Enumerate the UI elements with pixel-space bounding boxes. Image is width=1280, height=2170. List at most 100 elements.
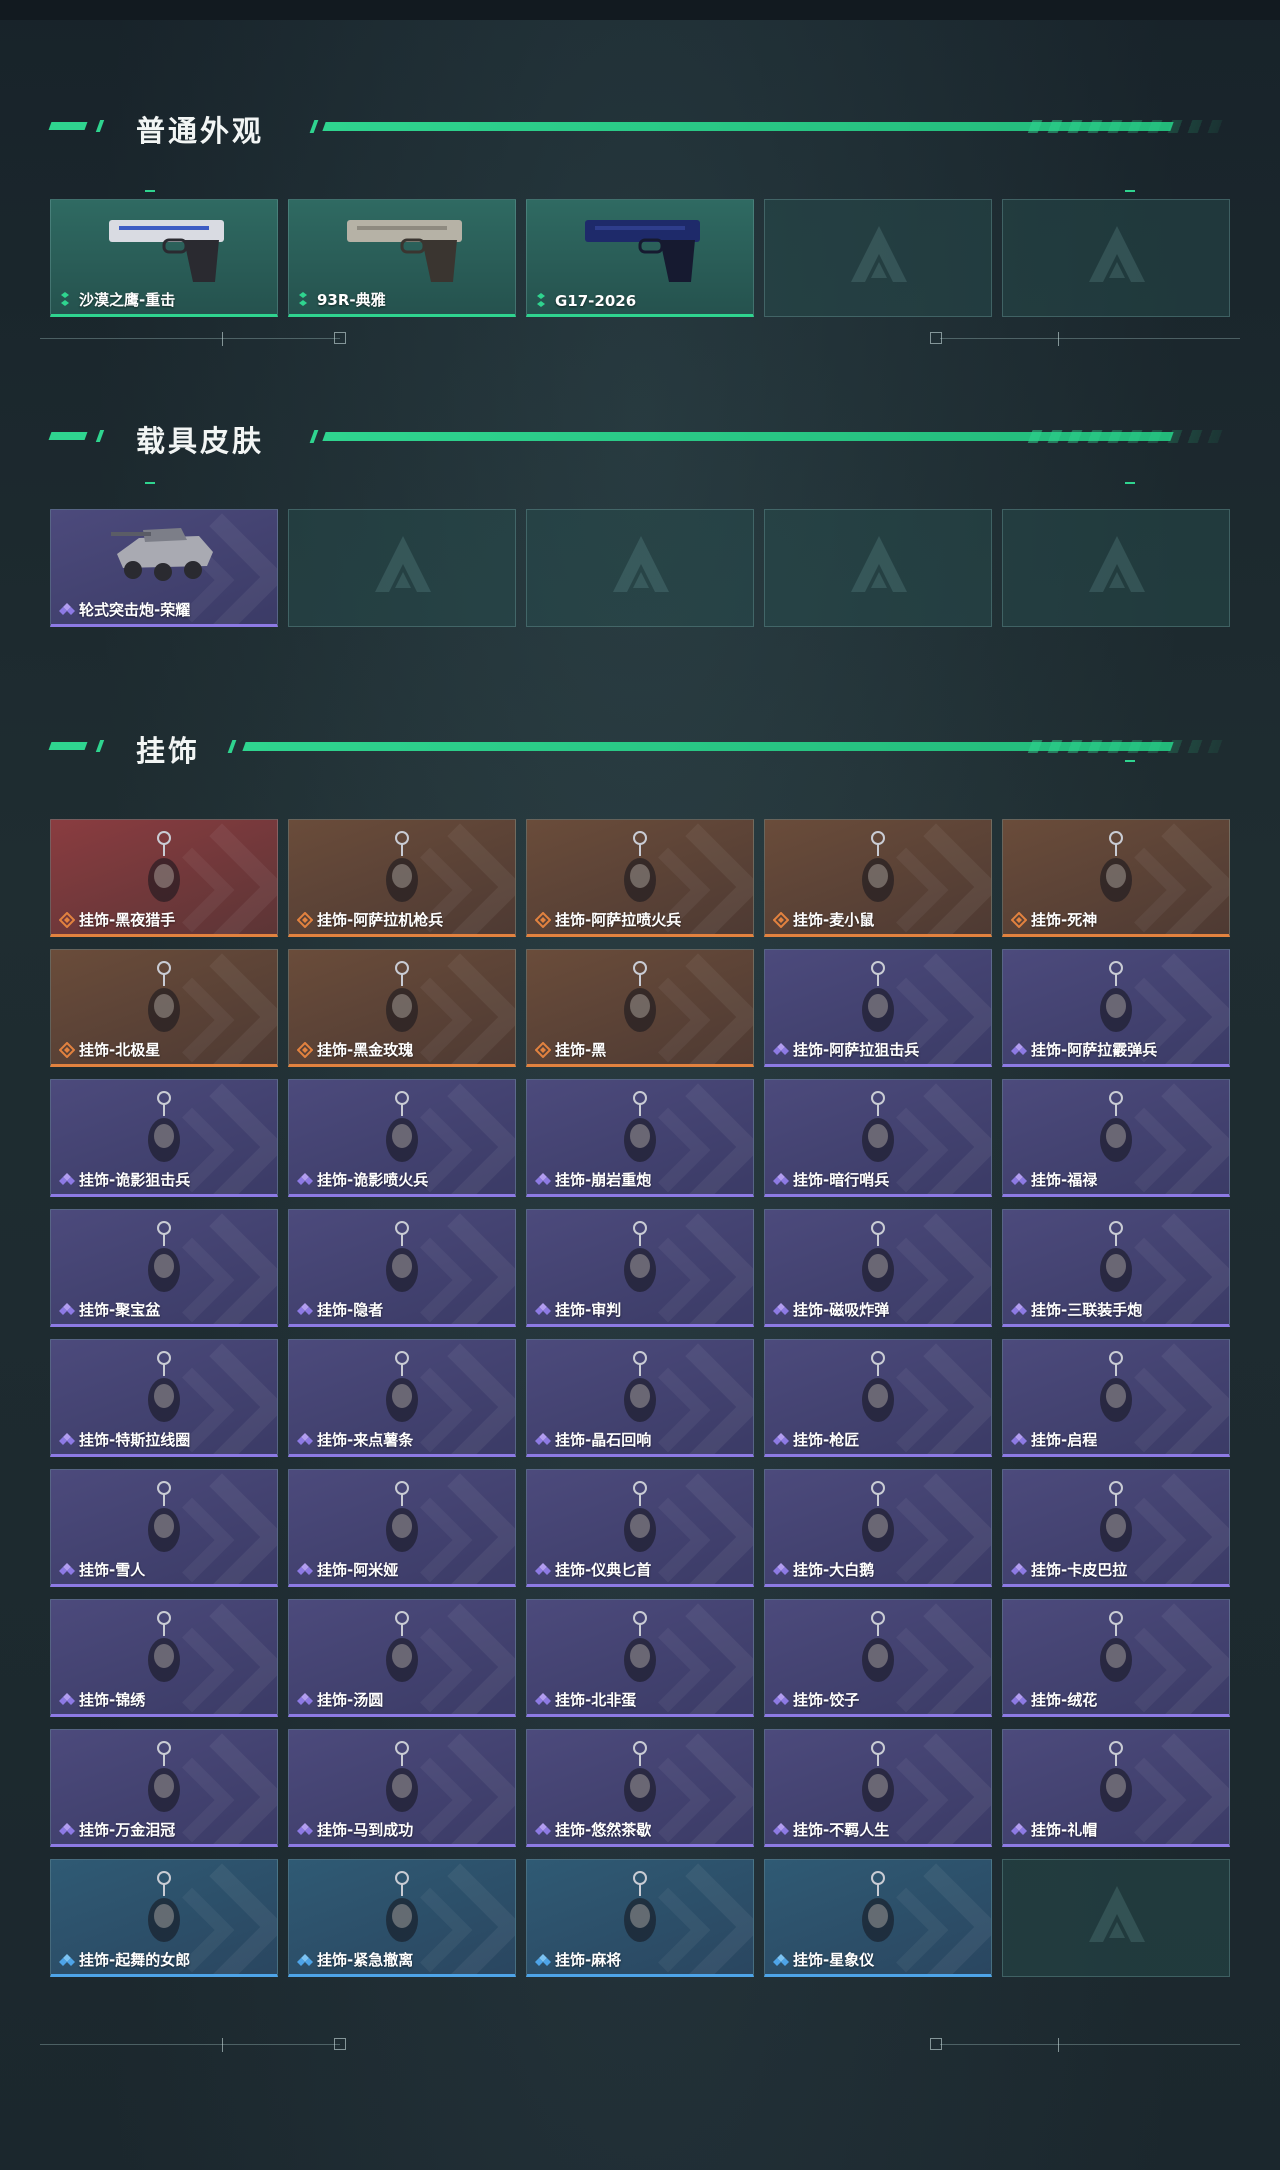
header-checker-pattern — [1027, 740, 1233, 753]
charm-card[interactable]: 挂饰-阿萨拉机枪兵 — [288, 819, 516, 937]
item-label: 挂饰-起舞的女郎 — [59, 1949, 190, 1970]
item-label: 挂饰-审判 — [535, 1299, 621, 1320]
charm-card[interactable]: 挂饰-麦小鼠 — [764, 819, 992, 937]
item-label: 挂饰-崩岩重炮 — [535, 1169, 651, 1190]
charm-thumbnail-icon — [862, 1221, 894, 1292]
item-label: 轮式突击炮-荣耀 — [59, 599, 190, 620]
item-label: 挂饰-卡皮巴拉 — [1011, 1559, 1127, 1580]
placeholder-logo-icon — [375, 536, 431, 592]
charm-card[interactable]: 挂饰-阿萨拉狙击兵 — [764, 949, 992, 1067]
charm-card[interactable]: 挂饰-阿米娅 — [288, 1469, 516, 1587]
item-name: 挂饰-来点薯条 — [317, 1431, 414, 1449]
charm-thumbnail-icon — [1100, 961, 1132, 1032]
charm-thumbnail-icon — [624, 1741, 656, 1812]
item-label: 沙漠之鹰-重击 — [59, 289, 175, 310]
item-label: 挂饰-阿萨拉狙击兵 — [773, 1039, 919, 1060]
item-label: 挂饰-来点薯条 — [297, 1429, 413, 1450]
charm-card[interactable]: 挂饰-福禄 — [1002, 1079, 1230, 1197]
charm-card[interactable]: 挂饰-万金泪冠 — [50, 1729, 278, 1847]
charm-card[interactable]: 挂饰-启程 — [1002, 1339, 1230, 1457]
charm-card[interactable]: 挂饰-紧急撤离 — [288, 1859, 516, 1977]
charm-card[interactable]: 挂饰-雪人 — [50, 1469, 278, 1587]
weapon-card[interactable]: G17-2026 — [526, 199, 754, 317]
item-name: 挂饰-特斯拉线圈 — [79, 1431, 191, 1449]
item-name: 挂饰-麦小鼠 — [793, 911, 875, 929]
charm-card[interactable]: 挂饰-麻将 — [526, 1859, 754, 1977]
rarity-purple-icon — [1011, 1562, 1027, 1578]
item-label: 挂饰-磁吸炸弹 — [773, 1299, 889, 1320]
rarity-purple-icon — [297, 1432, 313, 1448]
charm-card[interactable]: 挂饰-绒花 — [1002, 1599, 1230, 1717]
charm-card[interactable]: 挂饰-诡影狙击兵 — [50, 1079, 278, 1197]
charm-card[interactable]: 挂饰-黑 — [526, 949, 754, 1067]
charm-card[interactable]: 挂饰-阿萨拉喷火兵 — [526, 819, 754, 937]
charm-card[interactable]: 挂饰-死神 — [1002, 819, 1230, 937]
charm-thumbnail-icon — [1100, 1611, 1132, 1682]
rarity-orange-icon — [1010, 911, 1028, 928]
top-bar — [0, 0, 1280, 20]
item-name: 挂饰-紧急撤离 — [317, 1951, 414, 1969]
item-label: 挂饰-麦小鼠 — [772, 909, 875, 930]
item-label: 挂饰-礼帽 — [1011, 1819, 1097, 1840]
charm-card[interactable]: 挂饰-北非蛋 — [526, 1599, 754, 1717]
charm-card[interactable]: 挂饰-隐者 — [288, 1209, 516, 1327]
item-name: 挂饰-仪典匕首 — [555, 1561, 652, 1579]
charm-card[interactable]: 挂饰-悠然茶歇 — [526, 1729, 754, 1847]
charm-card[interactable]: 挂饰-三联装手炮 — [1002, 1209, 1230, 1327]
rarity-orange-icon — [58, 911, 76, 928]
charm-card[interactable]: 挂饰-马到成功 — [288, 1729, 516, 1847]
rarity-purple-icon — [59, 1692, 75, 1708]
charm-card[interactable]: 挂饰-不羁人生 — [764, 1729, 992, 1847]
charm-card[interactable]: 挂饰-礼帽 — [1002, 1729, 1230, 1847]
charm-card[interactable]: 挂饰-饺子 — [764, 1599, 992, 1717]
charm-card[interactable]: 挂饰-阿萨拉霰弹兵 — [1002, 949, 1230, 1067]
charm-card[interactable]: 挂饰-汤圆 — [288, 1599, 516, 1717]
charm-thumbnail-icon — [148, 961, 180, 1032]
charm-card[interactable]: 挂饰-枪匠 — [764, 1339, 992, 1457]
rarity-purple-icon — [297, 1692, 313, 1708]
item-name: 挂饰-礼帽 — [1031, 1821, 1098, 1839]
rarity-purple-icon — [535, 1172, 551, 1188]
item-label: 挂饰-万金泪冠 — [59, 1819, 175, 1840]
charm-card[interactable]: 挂饰-卡皮巴拉 — [1002, 1469, 1230, 1587]
charm-card[interactable]: 挂饰-崩岩重炮 — [526, 1079, 754, 1197]
item-name: 挂饰-隐者 — [317, 1301, 384, 1319]
section-weapon-skins: 普通外观 沙漠之鹰-重击 93R-典雅 G17-2026 — [48, 106, 1233, 317]
charm-card[interactable]: 挂饰-特斯拉线圈 — [50, 1339, 278, 1457]
charm-card[interactable]: 挂饰-黑夜猎手 — [50, 819, 278, 937]
charm-card[interactable]: 挂饰-仪典匕首 — [526, 1469, 754, 1587]
charm-card[interactable]: 挂饰-黑金玫瑰 — [288, 949, 516, 1067]
charm-thumbnail-icon — [148, 1611, 180, 1682]
item-name: 挂饰-北非蛋 — [555, 1691, 637, 1709]
charm-card[interactable]: 挂饰-暗行哨兵 — [764, 1079, 992, 1197]
section-header: 挂饰 — [48, 726, 1233, 768]
section-vehicle-skins: 载具皮肤 轮式突击炮-荣耀 — [48, 416, 1233, 627]
weapon-card[interactable]: 沙漠之鹰-重击 — [50, 199, 278, 317]
charm-card[interactable]: 挂饰-起舞的女郎 — [50, 1859, 278, 1977]
item-name: 挂饰-福禄 — [1031, 1171, 1098, 1189]
charm-card[interactable]: 挂饰-星象仪 — [764, 1859, 992, 1977]
charm-card[interactable]: 挂饰-北极星 — [50, 949, 278, 1067]
section-charms: 挂饰 挂饰-黑夜猎手 挂饰-阿萨拉机枪兵 挂饰-阿萨拉喷火兵 挂饰-麦小鼠 挂饰-死神挂… — [48, 726, 1233, 1977]
charm-card[interactable]: 挂饰-磁吸炸弹 — [764, 1209, 992, 1327]
weapon-card[interactable]: 93R-典雅 — [288, 199, 516, 317]
item-name: 挂饰-起舞的女郎 — [79, 1951, 191, 1969]
vehicle-skin-grid: 轮式突击炮-荣耀 — [50, 509, 1230, 627]
charm-card[interactable]: 挂饰-大白鹅 — [764, 1469, 992, 1587]
empty-slot — [1002, 199, 1230, 317]
charm-card[interactable]: 挂饰-诡影喷火兵 — [288, 1079, 516, 1197]
item-name: G17-2026 — [555, 292, 637, 310]
charm-card[interactable]: 挂饰-审判 — [526, 1209, 754, 1327]
charm-thumbnail-icon — [862, 961, 894, 1032]
vehicle-card[interactable]: 轮式突击炮-荣耀 — [50, 509, 278, 627]
item-label: 挂饰-死神 — [1010, 909, 1097, 930]
charm-card[interactable]: 挂饰-锦绣 — [50, 1599, 278, 1717]
charm-card[interactable]: 挂饰-聚宝盆 — [50, 1209, 278, 1327]
rarity-purple-icon — [535, 1432, 551, 1448]
charm-card[interactable]: 挂饰-来点薯条 — [288, 1339, 516, 1457]
item-name: 挂饰-晶石回响 — [555, 1431, 652, 1449]
charm-card[interactable]: 挂饰-晶石回响 — [526, 1339, 754, 1457]
item-name: 挂饰-聚宝盆 — [79, 1301, 161, 1319]
item-name: 挂饰-暗行哨兵 — [793, 1171, 890, 1189]
item-label: 挂饰-悠然茶歇 — [535, 1819, 651, 1840]
